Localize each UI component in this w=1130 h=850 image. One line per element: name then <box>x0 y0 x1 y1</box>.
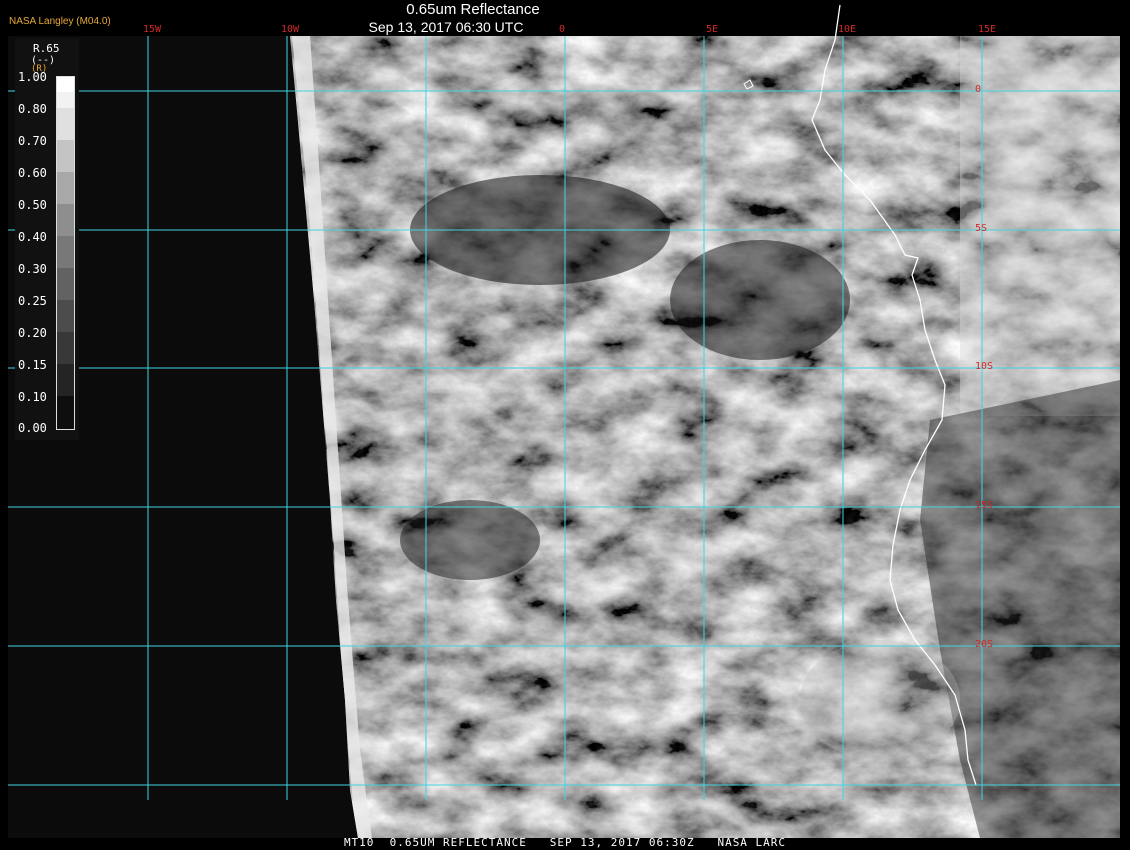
colorbar-tick: 0.30 <box>18 262 47 276</box>
colorbar-label: R.65 <box>33 42 60 55</box>
colorbar-tick: 0.50 <box>18 198 47 212</box>
lat-label-5s: 5S <box>975 223 988 234</box>
map-title: 0.65um Reflectance <box>406 1 540 18</box>
colorbar-tick: 0.15 <box>18 358 47 372</box>
satellite-map[interactable] <box>0 0 1130 850</box>
colorbar-tick: 0.25 <box>18 294 47 308</box>
lon-label-10w: 10W <box>280 24 300 35</box>
lon-label-5e: 5E <box>705 24 719 35</box>
footer-caption: MT10 0.65UM REFLECTANCE SEP 13, 2017 06:… <box>343 836 787 849</box>
map-datetime: Sep 13, 2017 06:30 UTC <box>368 19 524 35</box>
lon-label-15w: 15W <box>142 24 162 35</box>
lat-label-10s: 10S <box>975 361 994 372</box>
colorbar-tick: 0.60 <box>18 166 47 180</box>
lat-label-15s: 15S <box>975 500 994 511</box>
colorbar-tick: 0.00 <box>18 421 47 435</box>
colorbar-tick: 0.80 <box>18 102 47 116</box>
lon-label-10e: 10E <box>837 24 857 35</box>
lat-label-20s: 20S <box>975 639 994 650</box>
colorbar-tick: 1.00 <box>18 70 47 84</box>
colorbar-scale <box>56 76 75 430</box>
colorbar-tick: 0.10 <box>18 390 47 404</box>
lat-label-0: 0 <box>975 84 982 95</box>
colorbar-tick: 0.20 <box>18 326 47 340</box>
colorbar-tick: 0.40 <box>18 230 47 244</box>
colorbar-tick: 0.70 <box>18 134 47 148</box>
cloud-imagery <box>290 36 1120 838</box>
lon-label-15e: 15E <box>977 24 997 35</box>
lon-label-0: 0 <box>558 24 566 35</box>
